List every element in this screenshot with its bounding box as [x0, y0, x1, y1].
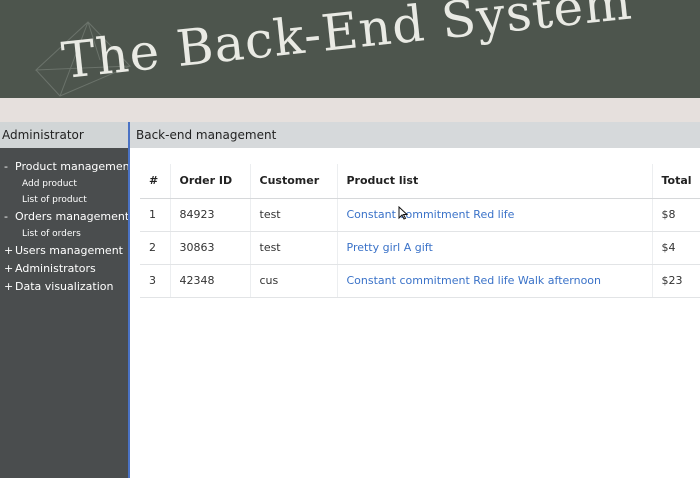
banner-title: The Back-End System [59, 0, 635, 91]
expand-icon: + [4, 244, 14, 257]
sidebar-menu: - Product management Add product List of … [0, 148, 134, 296]
cell-total: $8 [651, 198, 700, 232]
collapse-icon: - [4, 160, 8, 173]
menu-administrators[interactable]: + Administrators [0, 260, 128, 278]
cell-customer: test [249, 231, 337, 265]
menu-label: Administrators [15, 262, 96, 275]
menu-label: Product management [15, 160, 134, 173]
cell-product-link[interactable]: Constant commitment Red life [336, 198, 652, 232]
cell-index: 1 [140, 198, 170, 232]
cell-total: $23 [651, 264, 700, 298]
menu-list-of-orders[interactable]: List of orders [0, 226, 128, 242]
sidebar: Administrator - Product management Add pr… [0, 122, 134, 478]
main-header: Back-end management [130, 122, 700, 148]
mouse-cursor-icon [398, 206, 408, 220]
cell-customer: test [249, 198, 337, 232]
table-row[interactable]: 3 42348 cus Constant commitment Red life… [140, 264, 700, 298]
menu-label: Orders management [15, 210, 130, 223]
menu-list-of-product[interactable]: List of product [0, 192, 128, 208]
cell-customer: cus [249, 264, 337, 298]
expand-icon: + [4, 262, 14, 275]
cell-index: 3 [140, 264, 170, 298]
col-product-list[interactable]: Product list [336, 164, 652, 199]
cell-index: 2 [140, 231, 170, 265]
cell-order-id: 30863 [169, 231, 250, 265]
orders-table: # Order ID Customer Product list Total 1… [140, 164, 700, 298]
main-panel: Back-end management # Order ID Customer … [128, 122, 700, 478]
collapse-icon: - [4, 210, 8, 223]
table-row[interactable]: 2 30863 test Pretty girl A gift $4 [140, 231, 700, 265]
col-index[interactable]: # [140, 164, 170, 199]
cell-total: $4 [651, 231, 700, 265]
menu-product-management[interactable]: - Product management [0, 158, 134, 176]
col-customer[interactable]: Customer [249, 164, 337, 199]
expand-icon: + [4, 280, 14, 293]
banner: The Back-End System [0, 0, 700, 98]
menu-users-management[interactable]: + Users management [0, 242, 128, 260]
cell-product-link[interactable]: Constant commitment Red life Walk aftern… [336, 264, 652, 298]
menu-add-product[interactable]: Add product [0, 176, 128, 192]
cell-order-id: 84923 [169, 198, 250, 232]
menu-label: Data visualization [15, 280, 114, 293]
table-row[interactable]: 1 84923 test Constant commitment Red lif… [140, 198, 700, 232]
col-order-id[interactable]: Order ID [169, 164, 250, 199]
table-header-row: # Order ID Customer Product list Total [140, 164, 700, 199]
menu-label: Users management [15, 244, 123, 257]
col-total[interactable]: Total [651, 164, 700, 199]
top-bar [0, 98, 700, 122]
menu-data-visualization[interactable]: + Data visualization [0, 278, 128, 296]
cell-order-id: 42348 [169, 264, 250, 298]
menu-orders-management[interactable]: - Orders management [0, 208, 130, 226]
sidebar-header: Administrator [0, 122, 128, 148]
cell-product-link[interactable]: Pretty girl A gift [336, 231, 652, 265]
